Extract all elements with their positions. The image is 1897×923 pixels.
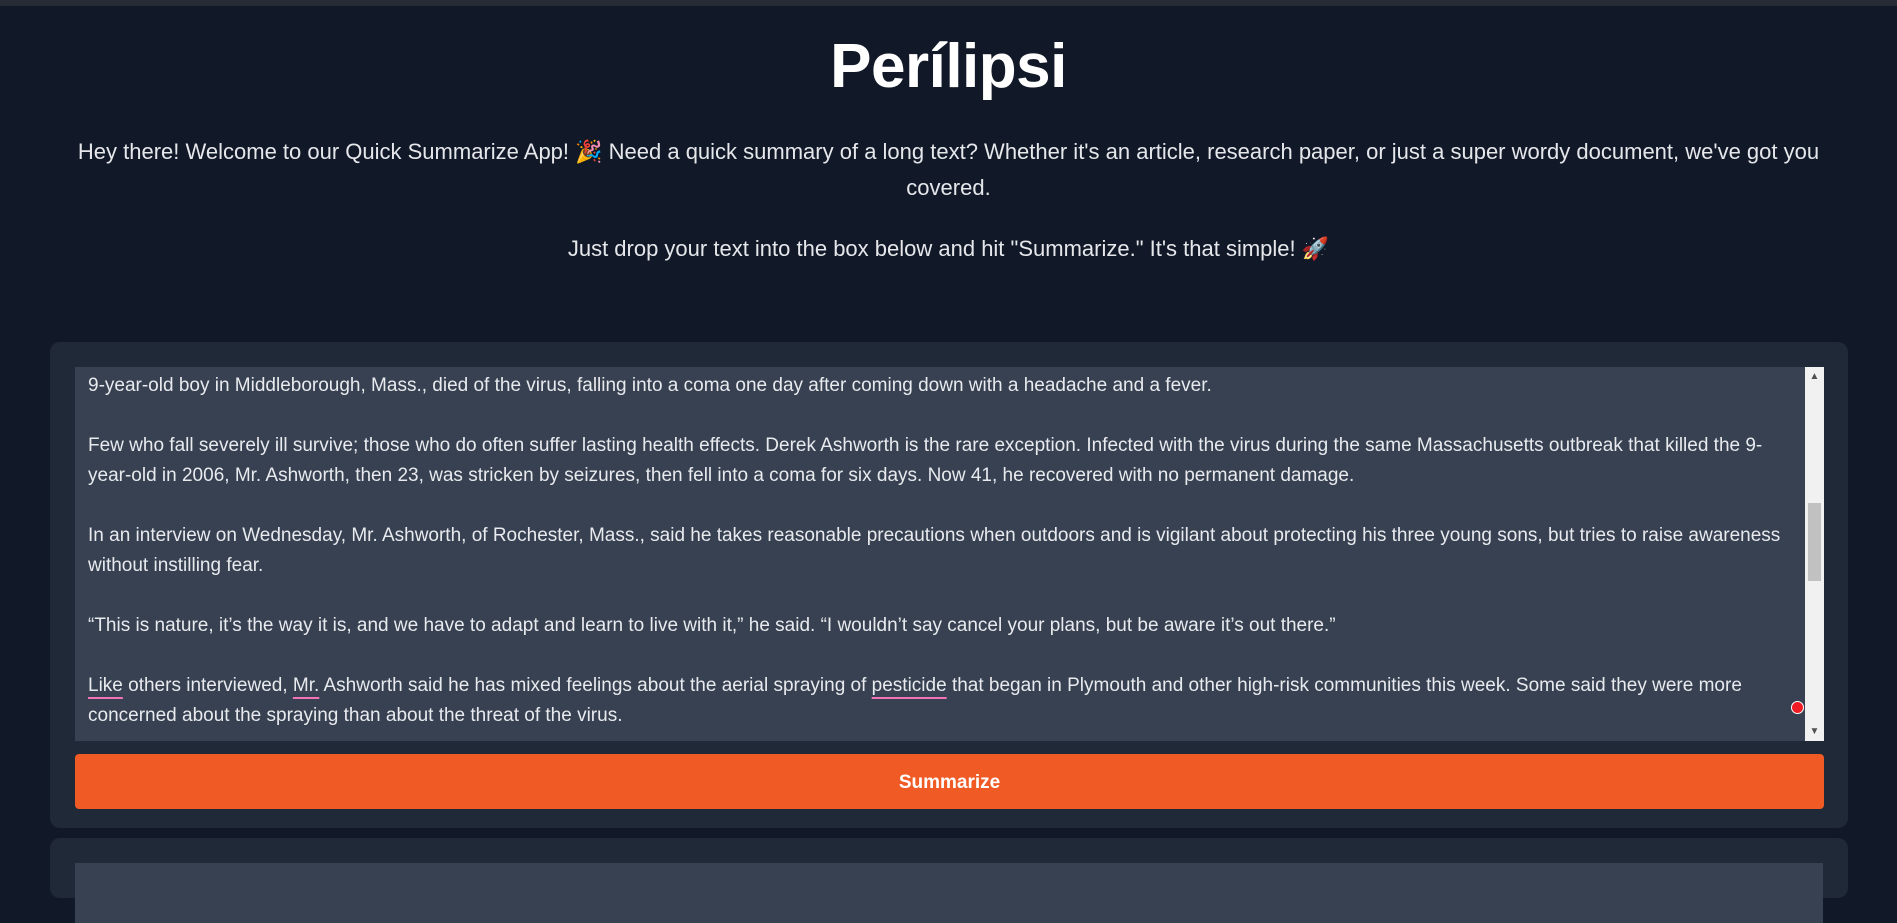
- input-paragraph: Few who fall severely ill survive; those…: [88, 435, 1763, 486]
- input-text-fragment: others interviewed,: [122, 675, 293, 696]
- instruction-text: Just drop your text into the box below a…: [567, 236, 1330, 261]
- scroll-down-icon[interactable]: ▼: [1805, 722, 1824, 741]
- scrollbar-thumb[interactable]: [1808, 503, 1821, 581]
- scroll-up-icon[interactable]: ▲: [1805, 367, 1824, 386]
- intro-text: Hey there! Welcome to our Quick Summariz…: [77, 139, 1820, 200]
- summary-output-area[interactable]: [75, 863, 1823, 923]
- summary-card: [50, 838, 1848, 923]
- textarea-scrollbar[interactable]: ▲ ▼: [1805, 367, 1824, 741]
- top-bar: [0, 0, 1897, 6]
- input-text-fragment: Ashworth said he has mixed feelings abou…: [319, 675, 872, 696]
- input-paragraph: “This is nature, it’s the way it is, and…: [88, 615, 1336, 636]
- text-input-content[interactable]: 9-year-old boy in Middleborough, Mass., …: [88, 371, 1798, 741]
- grammar-indicator-icon[interactable]: [1791, 701, 1804, 714]
- input-paragraph: Like others interviewed, Mr. Ashworth sa…: [88, 671, 1798, 731]
- text-input-area[interactable]: 9-year-old boy in Middleborough, Mass., …: [75, 367, 1824, 741]
- misspelled-word: pesticide: [871, 675, 947, 696]
- summarize-button[interactable]: Summarize: [75, 754, 1824, 809]
- input-card: 9-year-old boy in Middleborough, Mass., …: [50, 342, 1848, 828]
- input-paragraph: 9-year-old boy in Middleborough, Mass., …: [88, 375, 1212, 396]
- misspelled-word: Like: [88, 675, 123, 696]
- page-title: Perílipsi: [830, 32, 1067, 101]
- input-paragraph: In an interview on Wednesday, Mr. Ashwor…: [88, 525, 1781, 576]
- misspelled-word: Mr.: [292, 675, 320, 696]
